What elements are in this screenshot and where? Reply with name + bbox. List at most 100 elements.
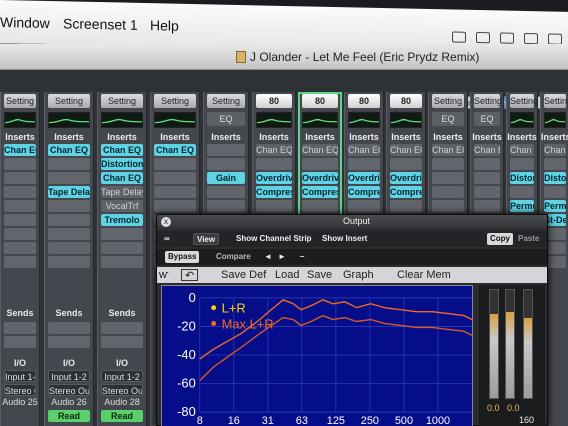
insert-slot[interactable]: Chan EQ (544, 144, 566, 156)
paste-button[interactable]: Paste (515, 233, 542, 245)
insert-slot[interactable]: Overdrive (256, 172, 292, 184)
insert-slot[interactable] (48, 256, 90, 268)
sync-icon[interactable] (452, 31, 466, 43)
eq-thumbnail[interactable] (256, 112, 292, 128)
close-icon[interactable]: x (161, 217, 171, 227)
compare-button[interactable]: Compare (213, 251, 254, 263)
insert-slot[interactable] (544, 158, 566, 170)
send-slot[interactable] (4, 322, 36, 334)
insert-slot[interactable] (154, 186, 196, 198)
insert-slot[interactable] (510, 158, 534, 170)
insert-slot[interactable] (348, 158, 380, 170)
insert-slot[interactable] (4, 186, 36, 198)
insert-slot[interactable] (390, 200, 422, 212)
output-selector[interactable]: Stereo Out (48, 384, 90, 396)
menu-screenset[interactable]: Screenset 1 (63, 15, 138, 33)
insert-slot[interactable] (207, 200, 245, 212)
insert-slot[interactable]: Overdrive (390, 172, 422, 184)
insert-slot[interactable] (474, 172, 500, 184)
insert-slot[interactable] (207, 158, 245, 170)
setting-button[interactable]: Setting (544, 94, 568, 108)
send-slot[interactable] (48, 336, 90, 348)
save-button[interactable]: Save (307, 269, 332, 281)
previous-preset-button[interactable]: ◄ (261, 251, 275, 263)
eq-button[interactable]: EQ (432, 112, 464, 126)
bypass-button[interactable]: Bypass (165, 251, 200, 263)
show-insert-menu[interactable]: Show Insert (319, 233, 370, 245)
airplay-icon[interactable] (500, 32, 514, 44)
insert-slot[interactable] (348, 200, 380, 212)
insert-slot[interactable]: VocalTrf (101, 200, 143, 212)
setting-button[interactable]: Setting (207, 94, 245, 108)
graph-button[interactable]: Graph (343, 269, 374, 281)
setting-button[interactable]: Setting (4, 94, 36, 108)
insert-slot[interactable] (432, 172, 464, 184)
insert-slot[interactable]: Overdrive (348, 172, 380, 184)
insert-slot[interactable] (510, 186, 534, 198)
insert-slot[interactable]: PermutR (544, 200, 566, 212)
show-channel-strip-menu[interactable]: Show Channel Strip (233, 233, 315, 245)
setting-button[interactable]: Setting (48, 94, 90, 108)
insert-slot[interactable] (4, 172, 36, 184)
insert-slot[interactable]: Chan EQ (390, 144, 422, 156)
input-selector[interactable]: Input 1-2 (4, 370, 36, 382)
insert-slot[interactable] (256, 158, 292, 170)
setting-button[interactable]: Setting (510, 94, 538, 108)
preset-menu[interactable]: – (297, 251, 307, 263)
setting-button[interactable]: 80 BASS (256, 94, 292, 120)
insert-slot[interactable]: Compresso (348, 186, 380, 198)
output-selector[interactable]: Stereo Out (101, 384, 143, 396)
eq-thumbnail[interactable] (154, 112, 196, 128)
insert-slot[interactable]: Tape Delay (48, 186, 90, 198)
eq-thumbnail[interactable] (48, 112, 90, 128)
send-slot[interactable] (4, 336, 36, 348)
setting-button[interactable]: Setting (154, 94, 196, 108)
menu-help[interactable]: Help (150, 17, 179, 34)
automation-read-button[interactable]: Read (101, 410, 143, 422)
send-slot[interactable] (48, 322, 90, 334)
insert-slot[interactable] (4, 158, 36, 170)
insert-slot[interactable]: Chan EQ (510, 144, 534, 156)
insert-slot[interactable]: Compresso (302, 186, 338, 198)
eq-thumbnail[interactable] (510, 112, 534, 128)
link-icon[interactable]: ∞ (161, 233, 173, 245)
insert-slot[interactable] (48, 200, 90, 212)
send-slot[interactable] (101, 336, 143, 348)
insert-slot[interactable]: Chan EQ (348, 144, 380, 156)
eq-thumbnail[interactable] (390, 112, 422, 128)
display-icon[interactable] (476, 31, 490, 44)
insert-slot[interactable] (4, 214, 36, 226)
insert-slot[interactable] (432, 186, 464, 198)
insert-slot[interactable] (154, 158, 196, 170)
insert-slot[interactable] (4, 256, 36, 268)
insert-slot[interactable] (101, 256, 143, 268)
insert-slot[interactable]: Distortion (510, 172, 534, 184)
insert-slot[interactable]: Tremolo (101, 214, 143, 226)
insert-slot[interactable]: Chan EQ (474, 144, 500, 156)
insert-slot[interactable]: Chan EQ (101, 172, 143, 184)
insert-slot[interactable]: Chan EQ (48, 144, 90, 156)
setting-button[interactable]: Setting (101, 94, 143, 108)
insert-slot[interactable]: PermutR (510, 200, 534, 212)
insert-slot[interactable]: Chan EQ (256, 144, 292, 156)
insert-slot[interactable] (4, 228, 36, 240)
insert-slot[interactable] (544, 186, 566, 198)
insert-slot[interactable] (4, 200, 36, 212)
next-preset-button[interactable]: ► (275, 251, 289, 263)
eq-thumbnail[interactable] (302, 112, 338, 128)
eq-button[interactable]: EQ (207, 112, 245, 126)
view-menu[interactable]: View (193, 233, 220, 245)
output-selector[interactable]: Stereo Out (4, 384, 36, 396)
insert-slot[interactable] (48, 158, 90, 170)
insert-slot[interactable] (4, 242, 36, 254)
insert-slot[interactable] (101, 228, 143, 240)
insert-slot[interactable] (302, 158, 338, 170)
insert-slot[interactable]: Tape Delay (101, 186, 143, 198)
setting-button[interactable]: 80 BASS (348, 94, 380, 120)
automation-read-button[interactable]: Read (48, 410, 90, 422)
input-selector[interactable]: Input 1-2 (101, 370, 143, 382)
clear-memory-button[interactable]: Clear Mem (397, 269, 451, 281)
setting-button[interactable]: 80 BASS (390, 94, 422, 120)
setting-button[interactable]: Setting (432, 94, 464, 108)
insert-slot[interactable] (390, 158, 422, 170)
